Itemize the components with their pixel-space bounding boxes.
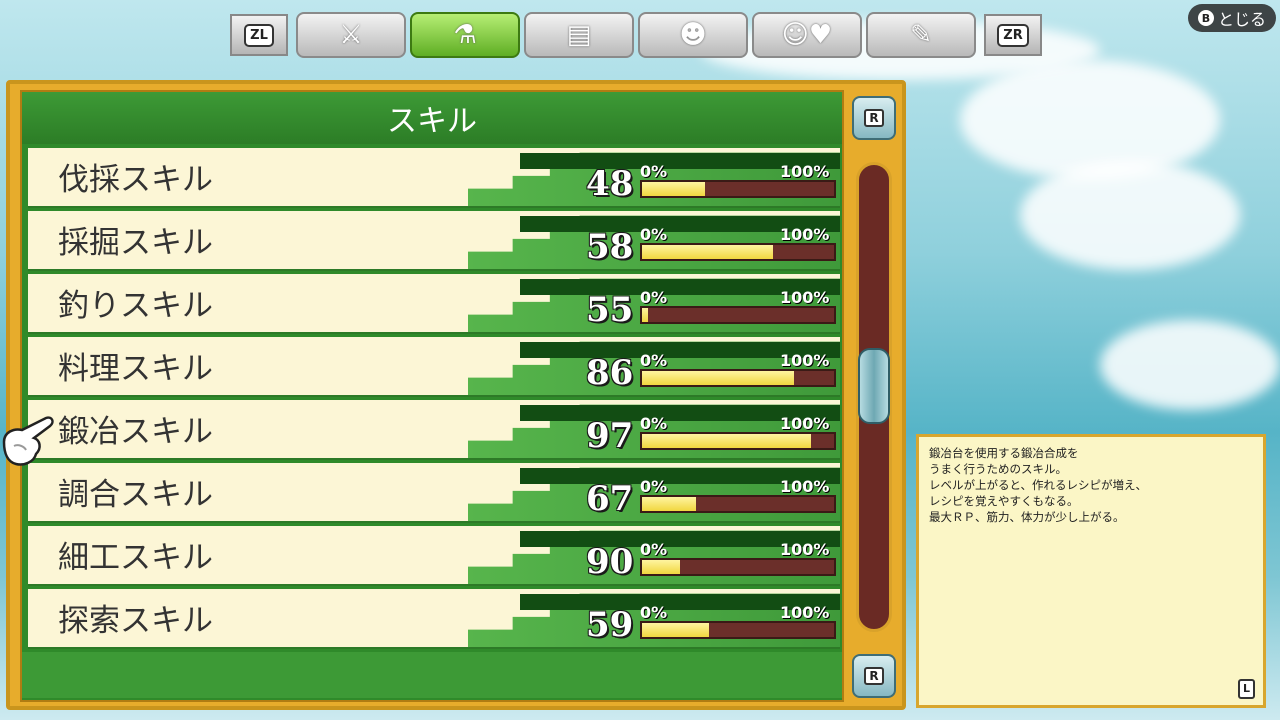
scroll-down-button[interactable]: R <box>852 654 896 698</box>
zr-label: ZR <box>997 23 1029 47</box>
skill-row-selected[interactable]: 鍛冶スキル 97 0% 100% <box>28 400 840 460</box>
smile-heart-icon: ☺♥ <box>781 20 833 50</box>
skill-level: 55 <box>586 290 634 330</box>
skill-progress-bar <box>640 180 836 198</box>
tab-settings[interactable]: ✎ <box>866 12 976 58</box>
skill-level: 59 <box>586 605 634 645</box>
zl-label: ZL <box>244 23 274 47</box>
skill-name: 鍛冶スキル <box>58 414 213 450</box>
skill-progress-fill <box>642 308 648 322</box>
document-icon: ▤ <box>566 20 592 50</box>
skill-description-box: 鍛冶台を使用する鍛冶合成を うまく行うためのスキル。 レベルが上がると、作れるレ… <box>916 434 1266 708</box>
skill-name: 細工スキル <box>58 540 213 576</box>
skill-panel: スキル 伐採スキル 48 0% 100% 採掘スキル 58 0% 100% 釣り… <box>6 80 906 710</box>
skill-level: 67 <box>586 479 634 519</box>
skill-row[interactable]: 採掘スキル 58 0% 100% <box>28 211 840 271</box>
background-cloud <box>960 60 1220 180</box>
skill-level: 58 <box>586 227 634 267</box>
skill-name: 料理スキル <box>58 351 213 387</box>
l-key-icon[interactable]: L <box>1237 679 1255 699</box>
skill-progress-fill <box>642 623 710 637</box>
progress-max-label: 100% <box>780 225 830 244</box>
description-line: レシピを覚えやすくもなる。 <box>929 494 1079 508</box>
panel-footer <box>22 652 842 698</box>
background-cloud <box>1020 160 1240 270</box>
panel-title: スキル <box>22 92 842 144</box>
skill-progress-fill <box>642 497 696 511</box>
b-button-icon: B <box>1197 10 1214 26</box>
progress-min-label: 0% <box>640 288 668 307</box>
skill-progress-bar <box>640 495 836 513</box>
skill-row[interactable]: 調合スキル 67 0% 100% <box>28 463 840 523</box>
skill-row[interactable]: 料理スキル 86 0% 100% <box>28 337 840 397</box>
progress-min-label: 0% <box>640 414 668 433</box>
skill-row[interactable]: 伐採スキル 48 0% 100% <box>28 148 840 208</box>
monster-faces-icon: ☻ <box>679 20 707 50</box>
zr-shoulder-button[interactable]: ZR <box>984 14 1042 56</box>
skill-progress-fill <box>642 371 794 385</box>
wrench-icon: ✎ <box>910 20 932 50</box>
scroll-up-button[interactable]: R <box>852 96 896 140</box>
tab-records[interactable]: ▤ <box>524 12 634 58</box>
description-line: レベルが上がると、作れるレシピが増え、 <box>929 478 1148 492</box>
progress-max-label: 100% <box>780 414 830 433</box>
skill-name: 探索スキル <box>58 603 213 639</box>
skill-row[interactable]: 細工スキル 90 0% 100% <box>28 526 840 586</box>
progress-min-label: 0% <box>640 225 668 244</box>
progress-min-label: 0% <box>640 162 668 181</box>
skill-name: 伐採スキル <box>58 162 213 198</box>
close-button[interactable]: B とじる <box>1187 4 1276 32</box>
background-cloud <box>1100 320 1280 410</box>
close-label: とじる <box>1217 10 1266 29</box>
zl-shoulder-button[interactable]: ZL <box>230 14 288 56</box>
progress-max-label: 100% <box>780 162 830 181</box>
sword-shield-icon: ⚔ <box>339 20 363 50</box>
skill-progress-bar <box>640 558 836 576</box>
r-key-label: R <box>864 667 884 685</box>
description-line: 最大ＲＰ、筋力、体力が少し上がる。 <box>929 510 1125 524</box>
scroll-thumb[interactable] <box>858 348 890 424</box>
skill-level: 97 <box>586 416 634 456</box>
skill-level: 90 <box>586 542 634 582</box>
progress-max-label: 100% <box>780 477 830 496</box>
skill-row[interactable]: 探索スキル 59 0% 100% <box>28 589 840 649</box>
skill-name: 採掘スキル <box>58 225 213 261</box>
skill-progress-bar <box>640 369 836 387</box>
skill-progress-bar <box>640 432 836 450</box>
tab-skills[interactable]: ⚗ <box>410 12 520 58</box>
scrollbar[interactable]: R R <box>848 92 900 704</box>
progress-min-label: 0% <box>640 351 668 370</box>
progress-min-label: 0% <box>640 540 668 559</box>
progress-max-label: 100% <box>780 540 830 559</box>
progress-min-label: 0% <box>640 477 668 496</box>
tab-equipment[interactable]: ⚔ <box>296 12 406 58</box>
description-line: うまく行うためのスキル。 <box>929 462 1067 476</box>
skill-progress-fill <box>642 434 811 448</box>
skill-level: 86 <box>586 353 634 393</box>
progress-max-label: 100% <box>780 288 830 307</box>
potion-hammer-icon: ⚗ <box>453 20 477 50</box>
menu-tab-bar: ZL ⚔ ⚗ ▤ ☻ ☺♥ ✎ ZR <box>230 12 1046 58</box>
progress-max-label: 100% <box>780 351 830 370</box>
tab-friends[interactable]: ☺♥ <box>752 12 862 58</box>
r-key-label: R <box>864 109 884 127</box>
skill-progress-fill <box>642 182 706 196</box>
tab-monsters[interactable]: ☻ <box>638 12 748 58</box>
skill-level: 48 <box>586 164 634 204</box>
skill-name: 調合スキル <box>58 477 213 513</box>
skill-row[interactable]: 釣りスキル 55 0% 100% <box>28 274 840 334</box>
skill-progress-bar <box>640 243 836 261</box>
skill-progress-bar <box>640 621 836 639</box>
skill-list-container: スキル 伐採スキル 48 0% 100% 採掘スキル 58 0% 100% 釣り… <box>20 90 844 702</box>
skill-name: 釣りスキル <box>58 288 213 324</box>
progress-min-label: 0% <box>640 603 668 622</box>
pointing-hand-cursor-icon <box>2 416 54 466</box>
skill-progress-fill <box>642 245 773 259</box>
description-line: 鍛冶台を使用する鍛冶合成を <box>929 446 1079 460</box>
skill-progress-bar <box>640 306 836 324</box>
progress-max-label: 100% <box>780 603 830 622</box>
skill-progress-fill <box>642 560 681 574</box>
